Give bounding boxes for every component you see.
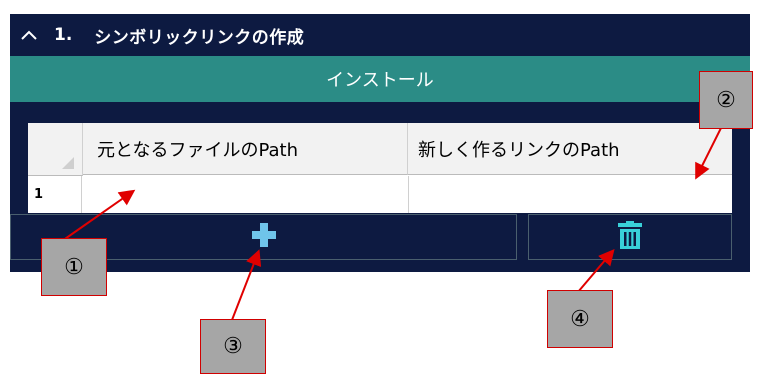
trash-icon (618, 221, 642, 253)
delete-row-button[interactable] (528, 214, 732, 260)
plus-icon (251, 223, 276, 251)
section-header[interactable]: 1. シンボリックリンクの作成 (10, 14, 750, 56)
callout-2: ② (699, 71, 753, 129)
install-label: インストール (326, 70, 434, 91)
column-header-link-path[interactable]: 新しく作るリンクのPath (408, 123, 732, 175)
section-number: 1. (54, 25, 73, 45)
source-path-cell[interactable] (83, 176, 409, 213)
symlink-section-panel: 1. シンボリックリンクの作成 インストール 元となるファイルのPath 新しく… (10, 14, 750, 272)
section-title: シンボリックリンクの作成 (94, 27, 305, 48)
row-header[interactable]: 1 (28, 176, 82, 213)
callout-4: ④ (547, 290, 613, 348)
link-path-cell[interactable] (409, 176, 732, 213)
chevron-up-icon[interactable] (16, 22, 42, 48)
select-all-icon (62, 157, 74, 169)
grid-corner[interactable] (28, 123, 83, 176)
column-header-source-path[interactable]: 元となるファイルのPath (83, 123, 408, 175)
path-grid: 元となるファイルのPath 新しく作るリンクのPath 1 (28, 123, 732, 213)
install-button[interactable]: インストール (10, 56, 750, 102)
callout-1: ① (41, 238, 107, 296)
callout-3: ③ (200, 319, 266, 374)
